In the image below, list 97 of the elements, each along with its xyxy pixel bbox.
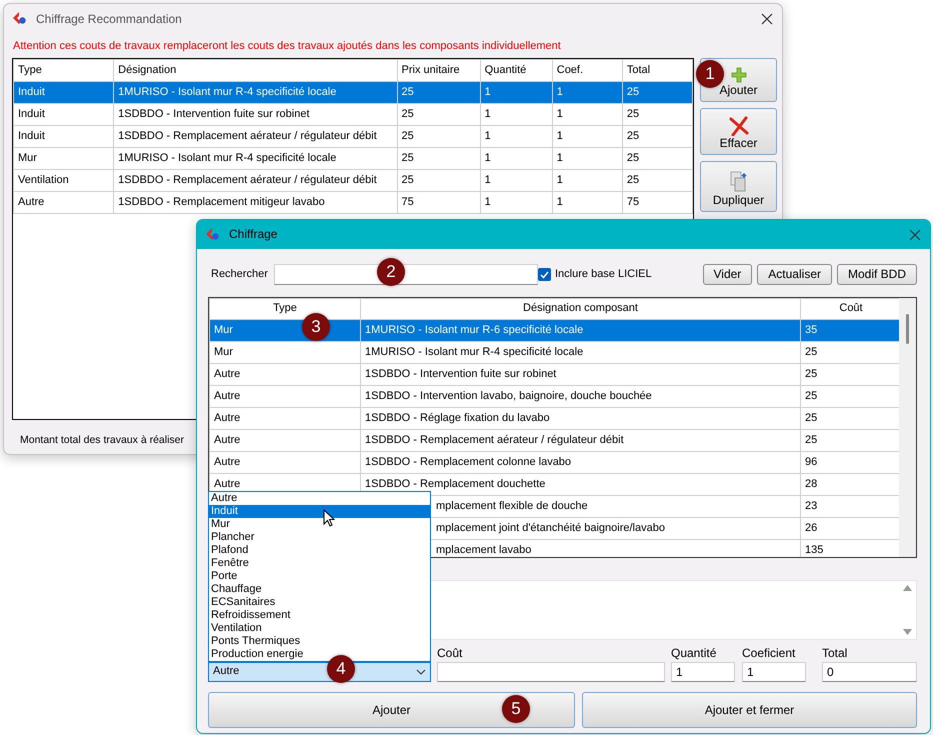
table-cell: 1 — [480, 104, 552, 126]
table-cell: 1MURISO - Isolant mur R-4 specificité locale — [114, 82, 398, 104]
table-cell: 25 — [622, 104, 692, 126]
table-cell: 1SDBDO - Réglage fixation du lavabo — [360, 408, 800, 430]
warning-text: Attention ces couts de travaux remplaceront les couts des travaux ajoutés dans les composants individuellement — [13, 40, 562, 54]
scroll-up-icon[interactable] — [903, 585, 912, 591]
cross-icon — [728, 116, 748, 136]
mouse-cursor-icon — [323, 509, 335, 527]
table-cell: 1SDBDO - Remplacement aérateur / régulateur débit — [114, 126, 398, 148]
table-cell: 25 — [622, 170, 692, 192]
table-cell: 1SDBDO - Remplacement aérateur / régulateur débit — [360, 430, 800, 452]
table-cell: 1 — [552, 170, 622, 192]
table-cell: 1MURISO - Isolant mur R-4 specificité locale — [360, 342, 800, 364]
scrollbar[interactable] — [899, 298, 916, 557]
table-cell: 25 — [397, 82, 480, 104]
table-cell: 1 — [552, 82, 622, 104]
copy-icon — [730, 170, 748, 193]
total-label: Montant total des travaux à réaliser — [20, 434, 184, 447]
dropdown-option[interactable]: Fenêtre — [209, 557, 430, 570]
table-cell: 1MURISO - Isolant mur R-4 specificité locale — [114, 148, 398, 170]
table-cell: 25 — [397, 126, 480, 148]
dropdown-option[interactable]: Chauffage — [209, 583, 430, 596]
input-field[interactable]: 1 — [671, 662, 735, 682]
table-cell: 25 — [622, 126, 692, 148]
toolbar-button[interactable]: Modif BDD — [836, 264, 917, 285]
app-logo-icon — [12, 11, 28, 27]
input-field[interactable]: 1 — [742, 662, 806, 682]
dropdown-option[interactable]: Ventilation — [209, 622, 430, 635]
dropdown-option[interactable]: Plafond — [209, 544, 430, 557]
dropdown-option[interactable]: Refroidissement — [209, 609, 430, 622]
table-cell: 1 — [552, 126, 622, 148]
table-cell: 1 — [552, 148, 622, 170]
table-cell: 25 — [622, 82, 692, 104]
table-cell: 1 — [552, 192, 622, 214]
close-icon[interactable] — [908, 228, 922, 242]
table-cell[interactable]: Ventilation — [14, 170, 114, 192]
table-cell[interactable]: Induit — [14, 82, 114, 104]
checkbox[interactable] — [538, 268, 551, 281]
table-cell: 25 — [397, 148, 480, 170]
caret-icon — [416, 669, 426, 675]
table-cell: 75 — [397, 192, 480, 214]
table-cell[interactable]: Autre — [210, 408, 360, 430]
app-logo-icon — [205, 226, 221, 242]
table-cell: 25 — [397, 104, 480, 126]
input-field[interactable]: 0 — [822, 662, 917, 682]
table-cell[interactable]: Autre — [14, 192, 114, 214]
table-cell: 1SDBDO - Remplacement colonne lavabo — [360, 452, 800, 474]
close-icon[interactable] — [760, 12, 774, 26]
table-cell: 1MURISO - Isolant mur R-6 specificité locale — [360, 320, 800, 342]
table-cell: 1SDBDO - Intervention fuite sur robinet — [114, 104, 398, 126]
checkbox-label: Inclure base LICIEL — [555, 268, 652, 282]
table-cell[interactable]: Autre — [210, 452, 360, 474]
search-field[interactable] — [274, 264, 538, 285]
table-cell[interactable]: Induit — [14, 104, 114, 126]
toolbar-button[interactable]: Actualiser — [757, 264, 832, 285]
table-cell: 35 — [800, 320, 900, 342]
table-cell: 1SDBDO - Intervention fuite sur robinet — [360, 364, 800, 386]
field-label: Total — [822, 646, 848, 662]
action-button[interactable]: Effacer — [700, 108, 777, 156]
add-button[interactable]: Ajouter et fermer — [582, 692, 917, 728]
action-button[interactable]: Dupliquer — [700, 161, 777, 212]
table-cell: 1 — [480, 148, 552, 170]
column-header: Désignation composant — [360, 298, 800, 320]
table-cell: 75 — [622, 192, 692, 214]
table-cell[interactable]: Mur — [210, 342, 360, 364]
column-header: Désignation — [114, 60, 398, 82]
table-cell: 1SDBDO - Remplacement aérateur / régulateur débit — [114, 170, 398, 192]
table-cell: 1 — [480, 170, 552, 192]
table-cell: 1SDBDO - Intervention lavabo, baignoire, douche bouchée — [360, 386, 800, 408]
field-label: Quantité — [671, 646, 718, 662]
column-header: Type — [210, 298, 360, 320]
dropdown-option[interactable]: Ponts Thermiques — [209, 635, 430, 648]
table-cell[interactable]: Induit — [14, 126, 114, 148]
toolbar-button[interactable]: Vider — [702, 264, 752, 285]
table-cell: 1 — [552, 104, 622, 126]
field-label: Coeficient — [742, 646, 796, 662]
dropdown-option[interactable]: ECSanitaires — [209, 596, 430, 609]
scroll-down-icon[interactable] — [903, 629, 912, 635]
table-cell: 25 — [397, 170, 480, 192]
table-cell[interactable]: Mur — [14, 148, 114, 170]
dropdown-option[interactable]: Induit — [209, 505, 430, 518]
table-cell: 1 — [480, 192, 552, 214]
table-cell: 1 — [480, 126, 552, 148]
plus-icon — [730, 66, 746, 83]
dropdown-option[interactable]: Porte — [209, 570, 430, 583]
field-label: Coût — [437, 646, 464, 662]
table-cell[interactable]: Autre — [210, 430, 360, 452]
window-title: Chiffrage Recommandation — [36, 12, 182, 26]
table-cell: 25 — [622, 148, 692, 170]
window-title: Chiffrage — [229, 227, 278, 242]
table-cell[interactable]: Autre — [210, 364, 360, 386]
table-cell: 1 — [480, 82, 552, 104]
table-cell[interactable]: Autre — [210, 386, 360, 408]
search-label: Rechercher — [210, 268, 269, 282]
table-cell: 1SDBDO - Remplacement mitigeur lavabo — [114, 192, 398, 214]
input-field[interactable] — [437, 662, 665, 682]
column-header: Type — [14, 60, 114, 82]
